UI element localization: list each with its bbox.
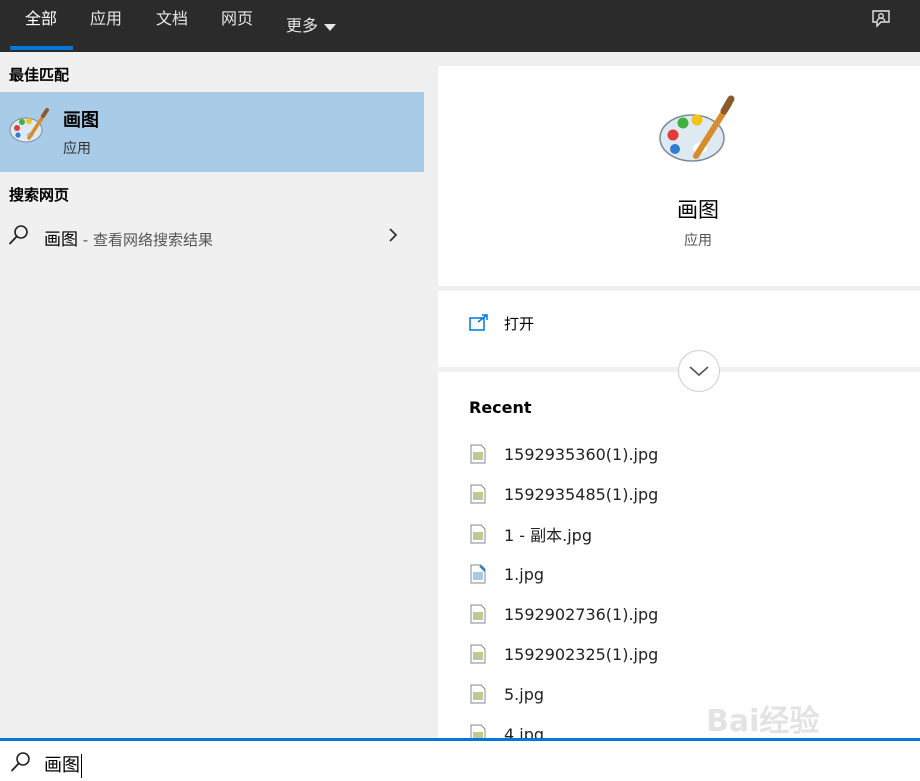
web-search-header: 搜索网页 [9, 186, 70, 204]
recent-file-name: 1592902736(1).jpg [504, 604, 659, 624]
paint-palette-icon [659, 95, 735, 162]
search-icon [11, 752, 30, 772]
recent-file-name: 1592935360(1).jpg [504, 444, 659, 464]
recent-file-name: 1592935485(1).jpg [504, 484, 659, 504]
image-file-icon [470, 684, 486, 704]
app-name: 画图 [677, 198, 719, 222]
recent-file-name: 1592902325(1).jpg [504, 644, 659, 664]
recent-file-name: 4.jpg [504, 724, 545, 739]
filter-tab-bar: 全部 应用 文档 网页 更多 [0, 0, 920, 52]
caret-down-icon [324, 23, 337, 31]
expand-button[interactable] [678, 350, 720, 392]
tab-all[interactable]: 全部 [25, 0, 57, 52]
recent-card: Recent 1592935360(1).jpg 1592935485(1).j… [438, 372, 920, 738]
chevron-right-icon[interactable] [384, 226, 402, 244]
actions-card: 打开 [438, 291, 920, 367]
tab-more[interactable]: 更多 [286, 0, 337, 52]
search-input-value: 画图 [44, 755, 80, 776]
recent-file-item[interactable]: 1592902736(1).jpg [469, 594, 909, 634]
app-kind: 应用 [684, 233, 712, 249]
image-file-icon [470, 604, 486, 624]
open-button[interactable]: 打开 [468, 311, 534, 335]
recent-file-name: 5.jpg [504, 684, 545, 704]
recent-file-item[interactable]: 1592902325(1).jpg [469, 634, 909, 674]
recent-file-name: 1 - 副本.jpg [504, 526, 592, 545]
search-icon [9, 225, 28, 245]
recent-file-item[interactable]: 1.jpg [469, 554, 909, 594]
web-search-query: 画图 [44, 230, 78, 250]
recent-file-item[interactable]: 1592935485(1).jpg [469, 474, 909, 514]
best-match-item[interactable]: 画图 应用 [0, 92, 424, 172]
image-file-icon [470, 564, 486, 584]
feedback-icon[interactable] [870, 8, 894, 32]
paint-palette-icon [9, 108, 49, 143]
recent-file-item[interactable]: 5.jpg [469, 674, 909, 714]
chevron-down-icon [689, 366, 709, 377]
recent-file-item[interactable]: 1 - 副本.jpg [469, 514, 909, 554]
text-cursor [81, 754, 82, 778]
web-search-suffix: - 查看网络搜索结果 [78, 231, 213, 249]
image-file-icon [470, 484, 486, 504]
recent-file-item[interactable]: 1592935360(1).jpg [469, 434, 909, 474]
image-file-icon [470, 644, 486, 664]
tab-apps[interactable]: 应用 [90, 0, 122, 52]
image-file-icon [470, 724, 486, 738]
image-file-icon [470, 524, 486, 544]
active-tab-indicator [10, 46, 73, 50]
best-match-subtitle: 应用 [63, 141, 91, 157]
recent-list: 1592935360(1).jpg 1592935485(1).jpg 1 - … [469, 434, 909, 738]
preview-pane: 画图 应用 打开 Recent 1592935360(1).jpg 159293… [438, 66, 920, 738]
tab-more-label: 更多 [286, 16, 319, 35]
app-preview-card: 画图 应用 [438, 66, 920, 286]
recent-file-name: 1.jpg [504, 564, 545, 584]
web-search-result[interactable]: 画图 - 查看网络搜索结果 [0, 215, 424, 255]
image-file-icon [470, 444, 486, 464]
recent-file-item[interactable]: 4.jpg [469, 714, 909, 738]
open-label: 打开 [504, 314, 535, 333]
search-box[interactable]: 画图 [0, 738, 920, 781]
recent-header: Recent [469, 398, 532, 417]
results-pane: 最佳匹配 画图 应用 搜索网页 画图 - 查看网络搜索结果 [0, 52, 424, 738]
best-match-header: 最佳匹配 [9, 66, 70, 84]
tab-web[interactable]: 网页 [221, 0, 253, 52]
open-app-icon [469, 314, 488, 331]
search-input[interactable]: 画图 [44, 751, 82, 778]
best-match-title: 画图 [63, 110, 99, 131]
tab-documents[interactable]: 文档 [156, 0, 188, 52]
